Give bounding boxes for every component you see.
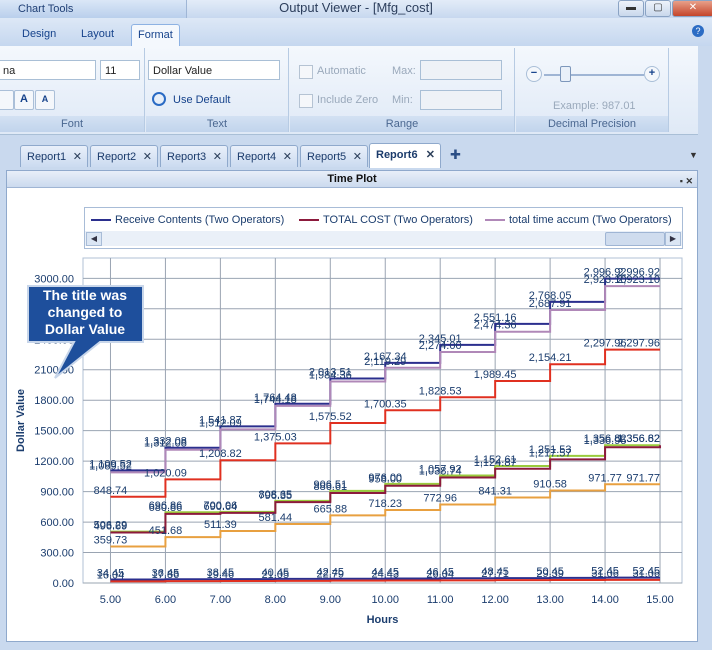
data-label: 1,124.87 bbox=[474, 457, 517, 469]
data-label: 451.68 bbox=[149, 525, 183, 537]
data-label: 31.06 bbox=[591, 568, 619, 580]
x-tick-label: 13.00 bbox=[536, 594, 564, 606]
data-label: 1,217.57 bbox=[529, 447, 572, 459]
data-label: 1,312.08 bbox=[144, 438, 187, 450]
data-label: 718.23 bbox=[368, 498, 402, 510]
x-tick-label: 9.00 bbox=[320, 594, 341, 606]
data-label: 2,687.91 bbox=[529, 298, 572, 310]
y-tick-label: 1500.00 bbox=[34, 426, 74, 438]
data-label: 2,274.00 bbox=[419, 340, 462, 352]
data-label: 1,989.45 bbox=[474, 369, 517, 381]
data-label: 2,297.96 bbox=[617, 338, 660, 350]
data-label: 1,575.52 bbox=[309, 411, 352, 423]
y-tick-label: 3000.00 bbox=[34, 273, 74, 285]
x-tick-label: 14.00 bbox=[591, 594, 619, 606]
data-label: 21.05 bbox=[262, 569, 290, 581]
data-label: 848.74 bbox=[94, 485, 128, 497]
data-label: 796.35 bbox=[259, 490, 293, 502]
x-tick-label: 5.00 bbox=[100, 594, 121, 606]
y-tick-label: 1800.00 bbox=[34, 395, 74, 407]
data-label: 1,375.03 bbox=[254, 431, 297, 443]
data-label: 496.69 bbox=[94, 521, 128, 533]
x-tick-label: 7.00 bbox=[210, 594, 231, 606]
data-label: 511.39 bbox=[204, 519, 237, 531]
data-label: 359.73 bbox=[94, 534, 128, 546]
data-label: 841.31 bbox=[478, 486, 512, 498]
x-tick-label: 15.00 bbox=[646, 594, 674, 606]
data-label: 772.96 bbox=[423, 492, 457, 504]
data-label: 1,020.09 bbox=[144, 467, 187, 479]
data-label: 2,474.36 bbox=[474, 320, 517, 332]
data-label: 22.79 bbox=[317, 569, 345, 581]
data-label: 1,700.35 bbox=[364, 398, 407, 410]
data-label: 27.71 bbox=[481, 568, 509, 580]
callout-text: The title was changed to Dollar Value bbox=[42, 287, 128, 337]
y-tick-label: 900.00 bbox=[40, 487, 74, 499]
data-label: 1,089.52 bbox=[89, 460, 132, 472]
data-label: 26.04 bbox=[426, 568, 454, 580]
data-label: 910.58 bbox=[533, 479, 567, 491]
y-tick-label: 1200.00 bbox=[34, 456, 74, 468]
data-label: 680.86 bbox=[149, 502, 183, 514]
data-label: 1,828.53 bbox=[419, 385, 462, 397]
data-label: 16.04 bbox=[97, 569, 125, 581]
y-axis-title: Dollar Value bbox=[15, 389, 27, 452]
data-label: 958.00 bbox=[368, 474, 402, 486]
x-tick-label: 8.00 bbox=[265, 594, 286, 606]
data-label: 1,744.18 bbox=[254, 394, 297, 406]
data-label: 2,923.10 bbox=[617, 274, 660, 286]
y-tick-label: 300.00 bbox=[40, 548, 74, 560]
y-tick-label: 0.00 bbox=[53, 578, 74, 590]
data-label: 1,512.09 bbox=[199, 417, 242, 429]
data-label: 581.44 bbox=[259, 512, 293, 524]
data-label: 2,154.21 bbox=[529, 352, 572, 364]
data-label: 1,356.62 bbox=[617, 433, 660, 445]
data-label: 31.06 bbox=[632, 568, 660, 580]
data-label: 971.77 bbox=[626, 472, 660, 484]
data-label: 886.61 bbox=[313, 481, 347, 493]
data-label: 971.77 bbox=[588, 472, 622, 484]
data-label: 1,984.36 bbox=[309, 369, 352, 381]
x-tick-label: 6.00 bbox=[155, 594, 176, 606]
data-label: 1,208.82 bbox=[199, 448, 242, 460]
data-label: 1,038.74 bbox=[419, 466, 462, 478]
data-label: 17.86 bbox=[152, 569, 180, 581]
data-label: 2,119.29 bbox=[364, 356, 406, 368]
y-tick-label: 600.00 bbox=[40, 517, 74, 529]
x-tick-label: 10.00 bbox=[371, 594, 399, 606]
data-label: 690.64 bbox=[204, 501, 238, 513]
x-tick-label: 11.00 bbox=[427, 594, 454, 606]
data-label: 29.39 bbox=[536, 568, 564, 580]
x-axis-title: Hours bbox=[367, 614, 399, 626]
x-tick-label: 12.00 bbox=[481, 594, 509, 606]
data-label: 19.46 bbox=[207, 569, 235, 581]
data-label: 24.43 bbox=[371, 569, 399, 581]
data-label: 665.88 bbox=[313, 503, 347, 515]
